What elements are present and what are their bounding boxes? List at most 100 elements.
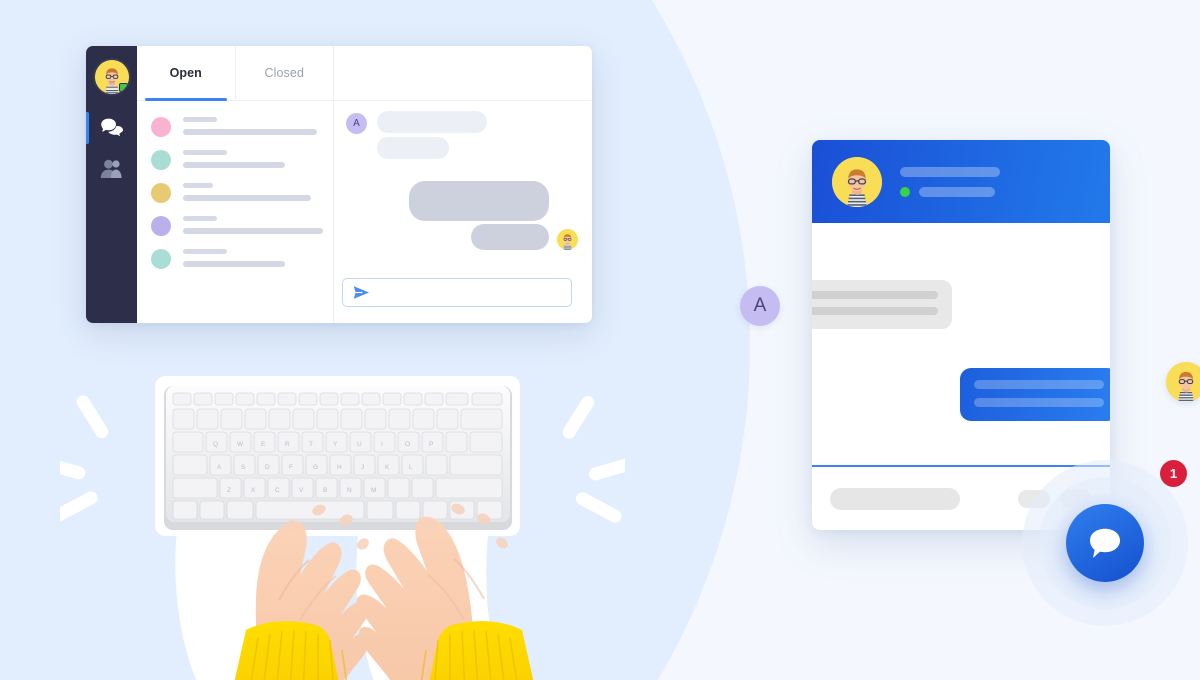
app-sidebar: [86, 46, 137, 323]
conversation-text-placeholders: [183, 181, 321, 201]
svg-text:P: P: [429, 441, 433, 448]
agent-status-placeholder: [919, 186, 995, 197]
svg-text:C: C: [275, 487, 280, 494]
svg-text:N: N: [347, 487, 352, 494]
text-line: [974, 398, 1104, 407]
chat-launcher-button[interactable]: [1066, 504, 1144, 582]
agent-name-placeholder: [900, 166, 1000, 177]
agent-avatar-large: [832, 156, 882, 207]
svg-text:X: X: [251, 487, 256, 494]
online-status-dot: [900, 186, 910, 197]
conversation-preview-placeholder: [183, 129, 317, 135]
conversation-list-item[interactable]: [137, 148, 333, 170]
conversation-title-placeholder: [183, 183, 213, 188]
tab-open[interactable]: Open: [137, 46, 235, 101]
conversation-title-placeholder: [183, 216, 217, 221]
conversation-text-placeholders: [183, 115, 321, 135]
svg-text:E: E: [261, 441, 266, 448]
widget-message-input[interactable]: [830, 487, 960, 510]
contacts-people-icon: [100, 159, 122, 178]
conversation-list-pane: Open Closed: [137, 46, 334, 323]
svg-text:O: O: [405, 441, 410, 448]
svg-text:H: H: [337, 464, 342, 471]
svg-text:F: F: [289, 464, 293, 471]
unread-count-badge: 1: [1160, 460, 1187, 487]
svg-text:Q: Q: [213, 441, 218, 448]
sidebar-item-conversations[interactable]: [86, 108, 137, 148]
message-composer[interactable]: [342, 278, 572, 307]
keyboard-hands-illustration: Q W E R T Y U I O P A S D F G H J K L Z X C V B N M: [60, 376, 625, 680]
avatar-illustration: [1166, 362, 1200, 402]
svg-text:Y: Y: [333, 441, 338, 448]
conversation-tabs: Open Closed: [137, 46, 333, 101]
chat-bubbles-icon: [100, 118, 123, 136]
conversation-text-placeholders: [183, 214, 323, 234]
conversation-title-placeholder: [183, 150, 227, 155]
avatar-illustration: [832, 156, 882, 207]
svg-text:M: M: [371, 487, 376, 494]
svg-text:I: I: [381, 441, 383, 448]
message-bubble-incoming: [377, 111, 487, 133]
outgoing-message-row: [346, 181, 578, 250]
agent-avatar-small: [557, 229, 578, 250]
text-line: [974, 380, 1104, 389]
conversation-list: [137, 101, 333, 323]
conversation-preview-placeholder: [183, 228, 323, 234]
thread-messages: A: [334, 101, 592, 278]
conversation-title-placeholder: [183, 117, 217, 122]
svg-text:Z: Z: [227, 487, 231, 494]
conversation-avatar: [151, 150, 171, 170]
message-bubble-outgoing: [471, 224, 549, 250]
svg-text:J: J: [361, 464, 364, 471]
svg-text:R: R: [285, 441, 290, 448]
chat-widget-header: [812, 140, 1110, 223]
sidebar-user-avatar[interactable]: [94, 60, 129, 94]
incoming-bubbles: [377, 111, 487, 159]
conversation-list-item[interactable]: [137, 181, 333, 203]
conversation-preview-placeholder: [183, 261, 285, 267]
conversation-list-item[interactable]: [137, 115, 333, 137]
visitor-avatar-large: A: [740, 286, 780, 326]
incoming-message-row: A: [346, 111, 578, 159]
chat-widget-body: [812, 223, 1110, 465]
thread-header: [334, 46, 592, 101]
key-row-function: [172, 392, 503, 406]
key-row-qwerty: [172, 431, 503, 453]
helpdesk-app-window: Open Closed A: [86, 46, 592, 323]
message-thread-pane: A: [334, 46, 592, 323]
conversation-avatar: [151, 249, 171, 269]
svg-text:A: A: [217, 464, 222, 471]
message-bubble-outgoing: [960, 368, 1110, 421]
conversation-preview-placeholder: [183, 162, 285, 168]
message-bubble-incoming: [812, 280, 952, 329]
message-input[interactable]: [378, 285, 561, 300]
conversation-text-placeholders: [183, 247, 321, 267]
svg-text:K: K: [385, 464, 390, 471]
conversation-list-item[interactable]: [137, 247, 333, 269]
svg-text:B: B: [323, 487, 327, 494]
conversation-avatar: [151, 216, 171, 236]
illustration-stage: Open Closed A A 1 Q W E R T Y U I O P A …: [0, 0, 1200, 680]
conversation-title-placeholder: [183, 249, 227, 254]
agent-avatar-beside-bubble: [1166, 362, 1200, 402]
online-status-dot: [118, 83, 128, 92]
hands-typing-photo: Q W E R T Y U I O P A S D F G H J K L Z X C V B N M: [60, 368, 625, 680]
key-row-numbers: [172, 408, 503, 430]
svg-text:T: T: [309, 441, 313, 448]
svg-text:W: W: [237, 441, 244, 448]
sidebar-nav: [86, 108, 137, 188]
conversation-list-item[interactable]: [137, 214, 333, 236]
sparkle-lines-right: [562, 395, 625, 523]
sidebar-item-contacts[interactable]: [86, 148, 137, 188]
conversation-text-placeholders: [183, 148, 321, 168]
tab-closed[interactable]: Closed: [234, 46, 334, 100]
chat-bubble-icon: [1089, 528, 1120, 558]
svg-text:S: S: [241, 464, 246, 471]
outgoing-bubbles: [409, 181, 549, 250]
send-paper-plane-icon[interactable]: [353, 285, 370, 300]
sparkle-lines-left: [60, 395, 109, 522]
conversation-avatar: [151, 117, 171, 137]
svg-text:V: V: [299, 487, 304, 494]
chat-launcher-area: 1: [1022, 460, 1188, 626]
header-text-placeholders: [900, 166, 1000, 197]
